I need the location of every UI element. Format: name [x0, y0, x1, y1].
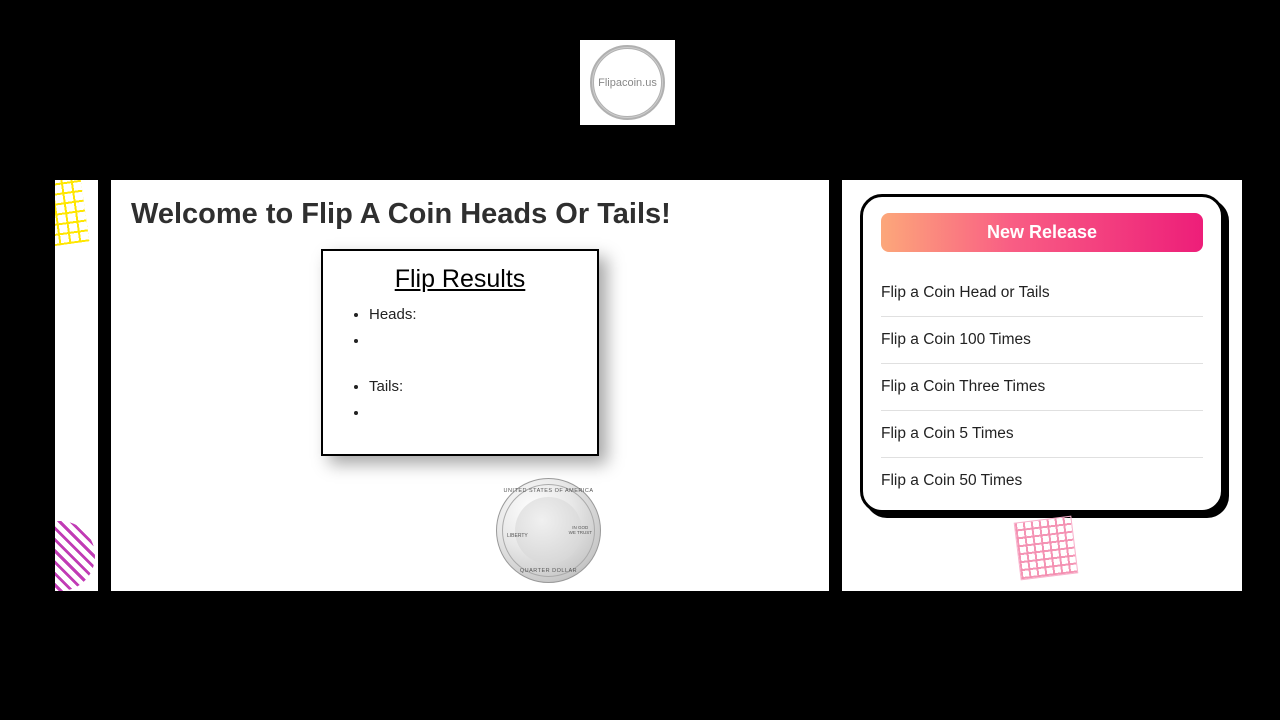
page-title: Welcome to Flip A Coin Heads Or Tails!	[131, 198, 809, 231]
logo-text: Flipacoin.us	[598, 77, 657, 89]
coin-text-left: LIBERTY	[507, 533, 528, 539]
tails-label: Tails:	[369, 378, 573, 396]
coin-text-top: UNITED STATES OF AMERICA	[503, 488, 593, 494]
purple-stripes-icon	[55, 521, 95, 591]
new-release-header: New Release	[881, 213, 1203, 252]
flip-results-box: Flip Results Heads: Tails:	[321, 249, 599, 456]
new-release-card: New Release Flip a Coin Head or Tails Fl…	[860, 194, 1224, 513]
release-link-5-times[interactable]: Flip a Coin 5 Times	[881, 411, 1203, 458]
sidebar: New Release Flip a Coin Head or Tails Fl…	[842, 180, 1242, 591]
coin-text-bottom: QUARTER DOLLAR	[520, 568, 577, 574]
release-links-list: Flip a Coin Head or Tails Flip a Coin 10…	[881, 270, 1203, 504]
results-heading: Flip Results	[347, 265, 573, 294]
decoration-strip	[55, 180, 98, 591]
logo-circle-icon: Flipacoin.us	[590, 45, 665, 120]
release-link-head-or-tails[interactable]: Flip a Coin Head or Tails	[881, 270, 1203, 317]
pink-grid-icon	[1014, 516, 1079, 581]
tails-value	[369, 404, 573, 422]
yellow-grid-icon	[55, 180, 89, 248]
coin-text-right: IN GOD WE TRUST	[569, 526, 592, 536]
results-list: Heads: Tails:	[347, 306, 573, 422]
heads-value	[369, 332, 573, 350]
heads-label: Heads:	[369, 306, 573, 324]
site-logo[interactable]: Flipacoin.us	[580, 40, 675, 125]
release-link-three-times[interactable]: Flip a Coin Three Times	[881, 364, 1203, 411]
release-link-100-times[interactable]: Flip a Coin 100 Times	[881, 317, 1203, 364]
release-link-50-times[interactable]: Flip a Coin 50 Times	[881, 458, 1203, 504]
main-content: Welcome to Flip A Coin Heads Or Tails! F…	[108, 180, 832, 591]
coin-image[interactable]: UNITED STATES OF AMERICA QUARTER DOLLAR …	[496, 478, 601, 583]
